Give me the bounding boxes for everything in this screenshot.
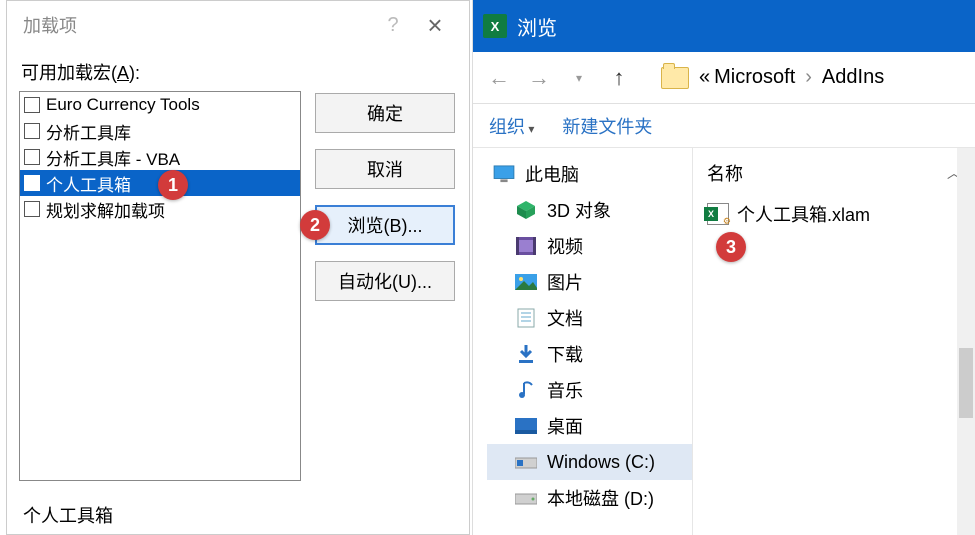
tree-item-label: 此电脑 [525,161,579,187]
tree-item-downloads[interactable]: 下载 [487,336,692,372]
tree-item-label: 3D 对象 [547,197,611,223]
checkbox-icon[interactable] [24,123,40,139]
tree-item-3d-objects[interactable]: 3D 对象 [487,192,692,228]
list-item[interactable]: 分析工具库 [20,118,300,144]
tree-item-label: Windows (C:) [547,452,655,473]
list-item-label: Euro Currency Tools [46,95,200,115]
callout-3: 3 [716,232,746,262]
xlam-file-icon: X⚙ [707,203,729,225]
organize-menu[interactable]: 组织 [489,113,534,139]
column-header-row: 名称 ︿ [707,160,961,186]
close-icon[interactable]: × [411,10,459,41]
doc-icon [515,309,537,327]
nav-back-icon[interactable]: ← [481,65,517,91]
file-name: 个人工具箱.xlam [737,201,870,227]
addins-body: 可用加载宏(A): Euro Currency Tools 分析工具库分析工具库 … [7,49,469,481]
column-name-header[interactable]: 名称 [707,160,743,186]
tree-item-music[interactable]: 音乐 [487,372,692,408]
button-column: 确定 取消 浏览(B)... 自动化(U)... [315,91,455,481]
list-item[interactable]: 规划求解加载项 [20,196,300,222]
checkbox-icon[interactable] [24,175,40,191]
tree-item-label: 下载 [547,341,583,367]
excel-icon: X [483,14,507,38]
addins-listbox[interactable]: Euro Currency Tools 分析工具库分析工具库 - VBA个人工具箱… [19,91,301,481]
browse-toolbar: 组织 新建文件夹 [473,104,975,148]
available-addins-label: 可用加载宏(A): [21,59,457,85]
browse-titlebar: X 浏览 [473,0,975,52]
film-icon [515,237,537,255]
tree-item-drive-c[interactable]: Windows (C:) [487,444,692,480]
nav-forward-icon[interactable]: → [521,65,557,91]
list-item-label: 规划求解加载项 [46,197,165,222]
chevron-right-icon: › [805,66,812,89]
callout-2: 2 [300,210,330,240]
tree-item-label: 桌面 [547,413,583,439]
checkbox-icon[interactable] [24,201,40,217]
tree-item-desktop[interactable]: 桌面 [487,408,692,444]
cancel-button[interactable]: 取消 [315,149,455,189]
folder-icon [661,67,689,89]
checkbox-icon[interactable] [24,149,40,165]
desktop-icon [515,417,537,435]
list-item-label: 分析工具库 [46,119,131,144]
cube-icon [515,201,537,219]
scrollbar[interactable] [957,148,975,535]
crumb-1[interactable]: AddIns [822,66,884,89]
ok-button[interactable]: 确定 [315,93,455,133]
list-item-label: 个人工具箱 [46,171,131,196]
list-item[interactable]: Euro Currency Tools [20,92,300,118]
browse-title: 浏览 [517,12,557,41]
tree-item-documents[interactable]: 文档 [487,300,692,336]
browse-body: 此电脑 3D 对象视频图片文档下载音乐桌面 Windows (C:) 本地磁盘 (D:… [473,148,975,535]
addin-description: 个人工具箱 [23,502,113,528]
checkbox-icon[interactable] [24,97,40,113]
tree-item-label: 视频 [547,233,583,259]
tree-item-videos[interactable]: 视频 [487,228,692,264]
browse-dialog: X 浏览 ← → ▾ ↑ « Microsoft › AddIns 组织 新建文… [472,0,975,535]
drive-icon [515,489,537,507]
nav-recent-icon[interactable]: ▾ [561,71,597,85]
list-item[interactable]: 分析工具库 - VBA [20,144,300,170]
tree-item-pictures[interactable]: 图片 [487,264,692,300]
nav-tree[interactable]: 此电脑 3D 对象视频图片文档下载音乐桌面 Windows (C:) 本地磁盘 (D:… [473,148,693,535]
tree-item-label: 音乐 [547,377,583,403]
automation-button[interactable]: 自动化(U)... [315,261,455,301]
monitor-icon [493,165,515,183]
picture-icon [515,273,537,291]
music-icon [515,381,537,399]
list-item-label: 分析工具库 - VBA [46,145,180,170]
new-folder-button[interactable]: 新建文件夹 [562,113,652,139]
nav-up-icon[interactable]: ↑ [601,65,637,91]
nav-bar: ← → ▾ ↑ « Microsoft › AddIns [473,52,975,104]
drive-win-icon [515,453,537,471]
addins-titlebar: 加载项 ? × [7,1,469,49]
crumb-0[interactable]: Microsoft [714,66,795,89]
callout-1: 1 [158,170,188,200]
tree-item-this-pc[interactable]: 此电脑 [487,156,692,192]
tree-item-label: 本地磁盘 (D:) [547,485,654,511]
tree-item-label: 图片 [547,269,583,295]
tree-item-drive-d[interactable]: 本地磁盘 (D:) [487,480,692,516]
addins-dialog: 加载项 ? × 可用加载宏(A): Euro Currency Tools 分析工… [6,0,470,535]
addins-title: 加载项 [17,12,375,38]
help-icon[interactable]: ? [375,14,411,37]
file-row[interactable]: X⚙ 个人工具箱.xlam [707,200,961,228]
list-and-buttons: Euro Currency Tools 分析工具库分析工具库 - VBA个人工具箱… [19,91,457,481]
download-icon [515,345,537,363]
tree-item-label: 文档 [547,305,583,331]
file-pane[interactable]: 名称 ︿ X⚙ 个人工具箱.xlam [693,148,975,535]
crumb-prefix: « [699,66,710,89]
browse-button[interactable]: 浏览(B)... [315,205,455,245]
